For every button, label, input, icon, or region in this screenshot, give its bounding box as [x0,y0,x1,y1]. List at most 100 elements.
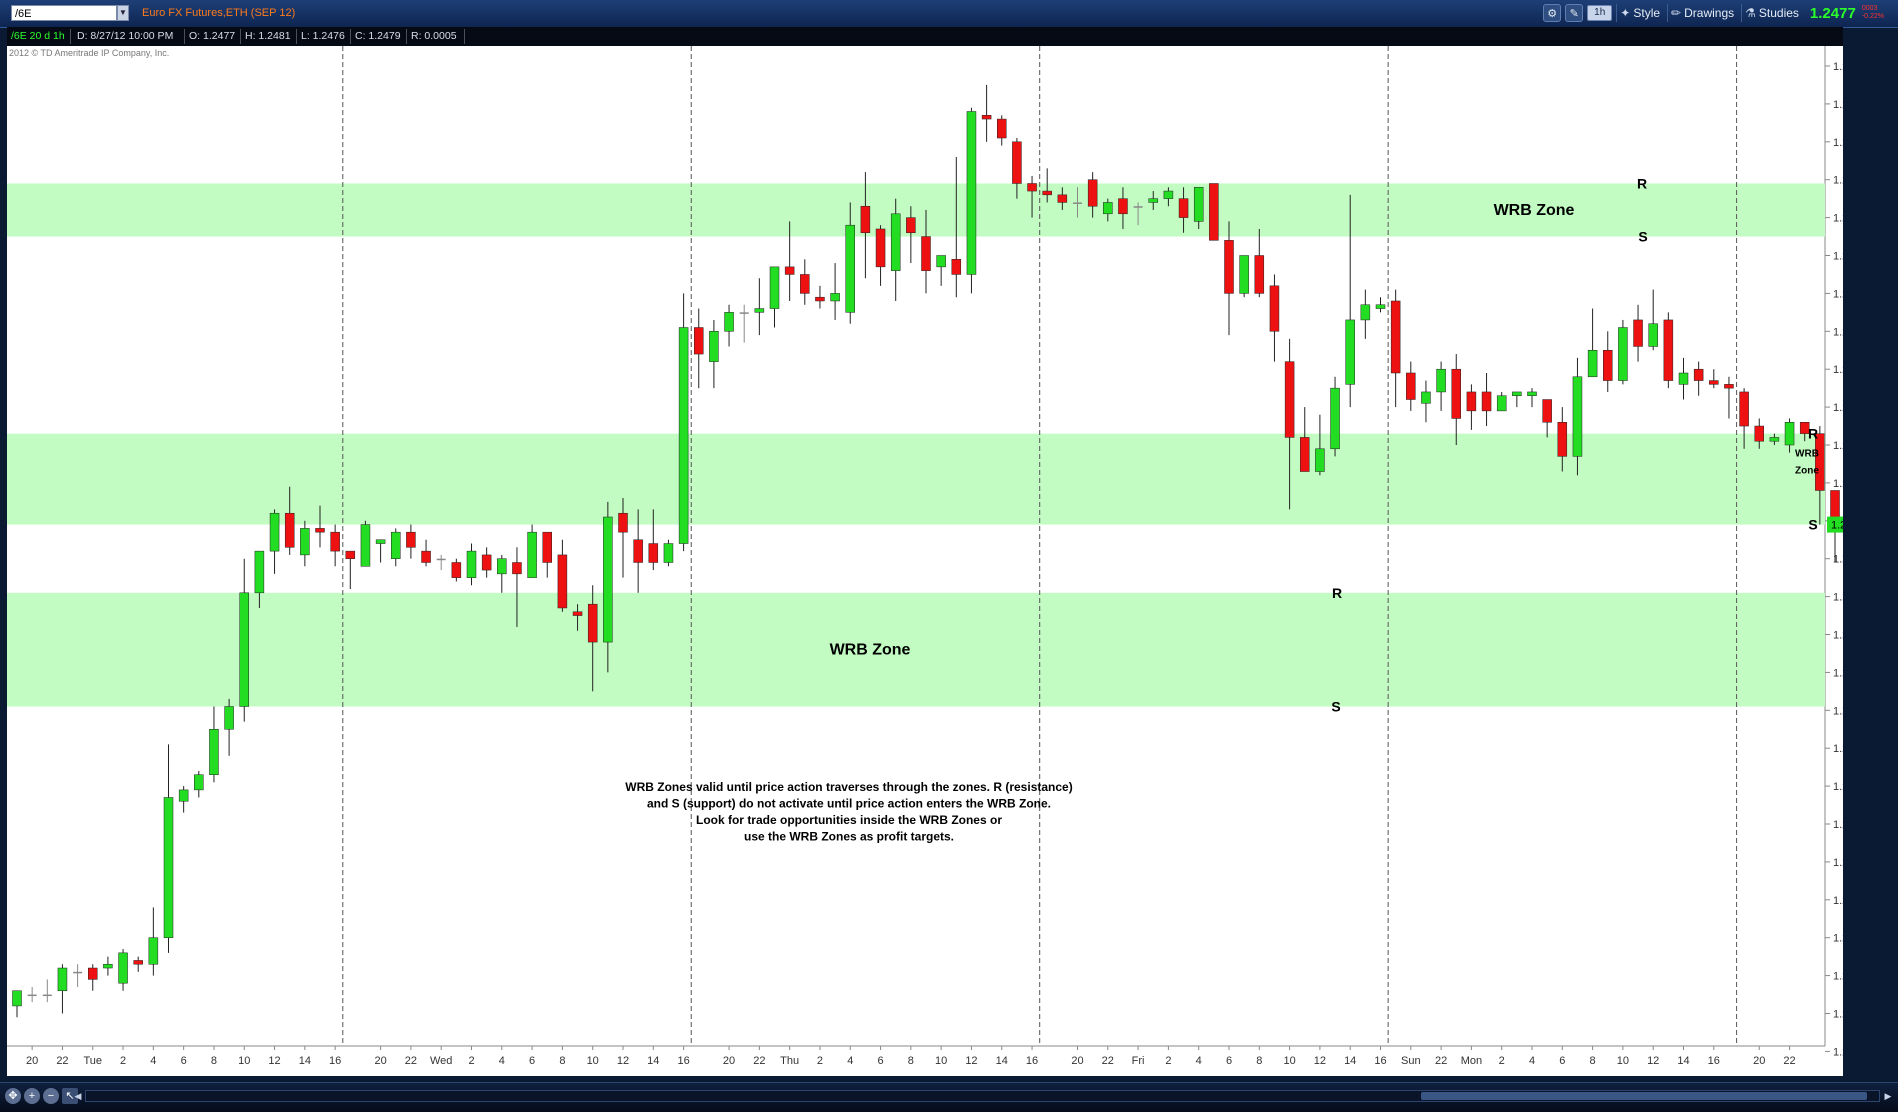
y-tick-label: 1.234 [1833,1046,1843,1058]
zoom-in-icon[interactable]: + [24,1088,40,1104]
candle-body [224,706,234,730]
wrb-zone-2-label: WRB Zone [1494,202,1575,219]
toolbar-right: ⚙ ✎ 1h ✦ Style ✏ Drawings ⚗ Studies 1.2477 … [1543,3,1884,23]
candle-body [103,963,113,969]
x-tick-label: 2 [120,1055,126,1067]
change-top: 0003 [1861,5,1878,12]
candle-body [1633,319,1643,347]
style-icon: ✦ [1620,6,1631,20]
candle-body [436,558,446,561]
candle-body [239,592,249,707]
style-button[interactable]: ✦ Style [1616,4,1663,22]
candle-body [1542,399,1552,423]
candle-body [1148,198,1158,203]
y-tick-label: 1.244 [1833,667,1843,679]
x-tick-label: 12 [1314,1055,1326,1067]
candle-body [1345,319,1355,385]
candle-body [300,528,310,556]
candle-body [1269,285,1280,332]
pan-icon[interactable]: ✥ [5,1088,21,1104]
candle-body [1254,255,1265,294]
x-tick-label: 10 [1283,1055,1295,1067]
candle-body [1496,395,1507,412]
chart-settings-icon[interactable]: ⚙ [1543,4,1562,22]
y-tick-label: 1.257 [1833,175,1843,187]
drawings-button[interactable]: ✏ Drawings [1667,4,1737,22]
x-tick-label: 14 [1344,1055,1356,1067]
x-tick-label: Sun [1401,1055,1421,1067]
candle-body [1769,437,1780,442]
x-tick-label: 20 [1071,1055,1083,1067]
wrb-zone-3 [7,433,1825,525]
candle-body [1012,141,1022,184]
candle-body [1103,202,1113,215]
x-tick-label: 2 [1499,1055,1505,1067]
y-tick-label: 1.255 [1833,251,1843,263]
x-tick-label: 16 [1374,1055,1386,1067]
symbol-dropdown-button[interactable]: ▼ [117,5,129,21]
scroll-left-icon[interactable]: ◀ [72,1090,84,1102]
candle-body [769,266,780,309]
x-tick-label: 12 [1647,1055,1659,1067]
candle-body [1739,391,1749,427]
candle-body [1118,198,1128,215]
top-toolbar: /6E ▼ Euro FX Futures,ETH (SEP 12) ⚙ ✎ 1… [0,0,1898,28]
candle-body [57,967,68,992]
style-label: Style [1633,6,1661,20]
candle-body [1724,384,1734,389]
candle-body [1618,327,1628,381]
studies-button[interactable]: ⚗ Studies [1741,4,1802,22]
candle-body [1133,206,1143,208]
candle-body [148,937,159,965]
candle-body [1284,361,1295,438]
y-tick-label: 1.256 [1833,213,1843,225]
x-tick-label: 6 [877,1055,883,1067]
candle-body [1603,350,1613,381]
candle-body [875,228,886,268]
symbol-period[interactable]: /6E 20 d 1h [7,29,71,44]
candle-body [603,516,613,643]
zoom-out-icon[interactable]: − [43,1088,59,1104]
candle-body [1754,425,1764,442]
annotation-line: and S (support) do not activate until pr… [647,797,1051,811]
candle-body [694,327,704,355]
candle-body [527,531,537,578]
pencil-icon: ✏ [1671,6,1682,20]
time-scrollbar[interactable] [85,1090,1880,1102]
wrb-zone-3-label-line2: Zone [1795,466,1819,477]
price-chart[interactable]: 1.261.2591.2581.2571.2561.2551.2541.2531… [7,46,1865,1076]
candlestick-chart-svg[interactable]: 1.261.2591.2581.2571.2561.2551.2541.2531… [7,46,1865,1076]
candle-body [194,774,204,791]
bar-low: L: 1.2476 [297,29,351,44]
x-tick-label: Thu [780,1055,799,1067]
candle-body [1678,372,1689,385]
x-tick-label: 10 [238,1055,250,1067]
bottom-toolbar: ✥ + − ↖ ◀ ▶ [0,1082,1898,1112]
x-tick-label: 4 [499,1055,505,1067]
x-tick-label: Tue [83,1055,102,1067]
x-tick-label: 4 [150,1055,156,1067]
y-tick-label: 1.252 [1833,364,1843,376]
x-tick-label: 6 [1226,1055,1232,1067]
candle-body [784,266,795,275]
candle-body [133,960,143,965]
wrench-icon[interactable]: ✎ [1565,4,1584,22]
candle-body [406,531,416,548]
candle-body [512,562,522,575]
scrollbar-thumb[interactable] [1421,1092,1867,1100]
current-price-label: 1.2479 [1831,520,1843,532]
scroll-right-icon[interactable]: ▶ [1882,1090,1894,1102]
candle-body [951,259,962,275]
y-tick-label: 1.241 [1833,781,1843,793]
wrb-zone-1-resistance: R [1332,585,1342,601]
candle-body [345,550,356,559]
candle-body [315,528,325,533]
x-tick-label: 10 [1617,1055,1629,1067]
symbol-input[interactable]: /6E [11,5,117,21]
candle-body [542,531,552,563]
y-tick-label: 1.24 [1833,819,1843,831]
candle-body [269,512,280,552]
candle-body [936,255,946,268]
aggregation-selector[interactable]: 1h [1587,5,1613,21]
y-tick-label: 1.243 [1833,705,1843,717]
